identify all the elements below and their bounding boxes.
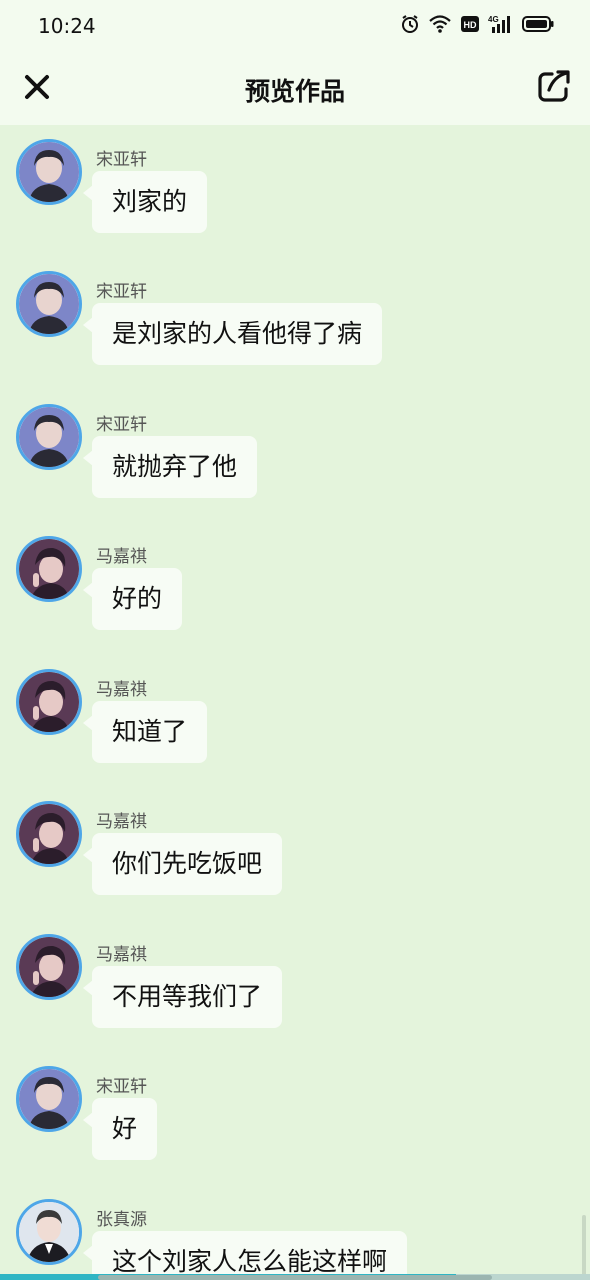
avatar-majiaqi (19, 804, 79, 864)
chat-message: 张真源 这个刘家人怎么能这样啊 (0, 1185, 590, 1280)
avatar-zhangzhenyuan (19, 1202, 79, 1262)
sender-name: 马嘉祺 (96, 812, 147, 832)
chat-message: 马嘉祺 你们先吃饭吧 (0, 787, 590, 907)
avatar-songyaxuan (19, 407, 79, 467)
network-label: 4G (488, 15, 499, 24)
scrollbar[interactable] (582, 1215, 586, 1280)
message-bubble[interactable]: 刘家的 (82, 171, 208, 233)
sender-name: 马嘉祺 (96, 547, 147, 567)
sender-name: 马嘉祺 (96, 680, 147, 700)
avatar-songyaxuan (19, 142, 79, 202)
header: 预览作品 (0, 52, 590, 125)
status-bar: 10:24 HD 4G (0, 0, 590, 52)
sender-name: 张真源 (96, 1210, 147, 1230)
sender-name: 马嘉祺 (96, 945, 147, 965)
sender-name: 宋亚轩 (96, 150, 147, 170)
message-bubble[interactable]: 你们先吃饭吧 (82, 833, 283, 895)
sender-name: 宋亚轩 (96, 1077, 147, 1097)
avatar[interactable] (16, 139, 82, 205)
home-indicator[interactable] (98, 1275, 492, 1280)
status-time: 10:24 (38, 14, 96, 38)
message-bubble[interactable]: 知道了 (82, 701, 208, 763)
share-icon (538, 70, 570, 102)
chat-list[interactable]: 宋亚轩 刘家的 宋亚轩 是刘家的人看他得了病 宋亚轩 就抛弃了他 马嘉祺 好的 … (0, 125, 590, 1280)
avatar-majiaqi (19, 672, 79, 732)
sender-name: 宋亚轩 (96, 415, 147, 435)
battery-icon (522, 14, 554, 38)
hd-label: HD (464, 20, 477, 30)
message-bubble[interactable]: 好的 (82, 568, 183, 630)
share-button[interactable] (536, 68, 572, 104)
sender-name: 宋亚轩 (96, 282, 147, 302)
chat-message: 马嘉祺 好的 (0, 522, 590, 642)
message-bubble[interactable]: 就抛弃了他 (82, 436, 258, 498)
avatar-majiaqi (19, 937, 79, 997)
chat-message: 宋亚轩 就抛弃了他 (0, 390, 590, 510)
avatar[interactable] (16, 404, 82, 470)
avatar-majiaqi (19, 539, 79, 599)
avatar[interactable] (16, 669, 82, 735)
chat-message: 马嘉祺 知道了 (0, 655, 590, 775)
avatar-songyaxuan (19, 1069, 79, 1129)
status-icons: HD 4G (400, 14, 554, 38)
4g-signal-icon: 4G (488, 14, 514, 38)
avatar[interactable] (16, 1199, 82, 1265)
message-bubble[interactable]: 好 (82, 1098, 158, 1160)
chat-message: 宋亚轩 是刘家的人看他得了病 (0, 257, 590, 377)
avatar[interactable] (16, 271, 82, 337)
message-bubble[interactable]: 这个刘家人怎么能这样啊 (82, 1231, 408, 1280)
avatar-songyaxuan (19, 274, 79, 334)
wifi-icon (428, 14, 452, 38)
message-bubble[interactable]: 是刘家的人看他得了病 (82, 303, 383, 365)
avatar[interactable] (16, 934, 82, 1000)
avatar[interactable] (16, 801, 82, 867)
message-bubble[interactable]: 不用等我们了 (82, 966, 283, 1028)
avatar[interactable] (16, 1066, 82, 1132)
page-title: 预览作品 (244, 77, 345, 106)
chat-message: 宋亚轩 好 (0, 1052, 590, 1172)
hd-icon: HD (460, 14, 480, 38)
chat-message: 马嘉祺 不用等我们了 (0, 920, 590, 1040)
alarm-icon (400, 14, 420, 38)
avatar[interactable] (16, 536, 82, 602)
chat-message: 宋亚轩 刘家的 (0, 125, 590, 245)
